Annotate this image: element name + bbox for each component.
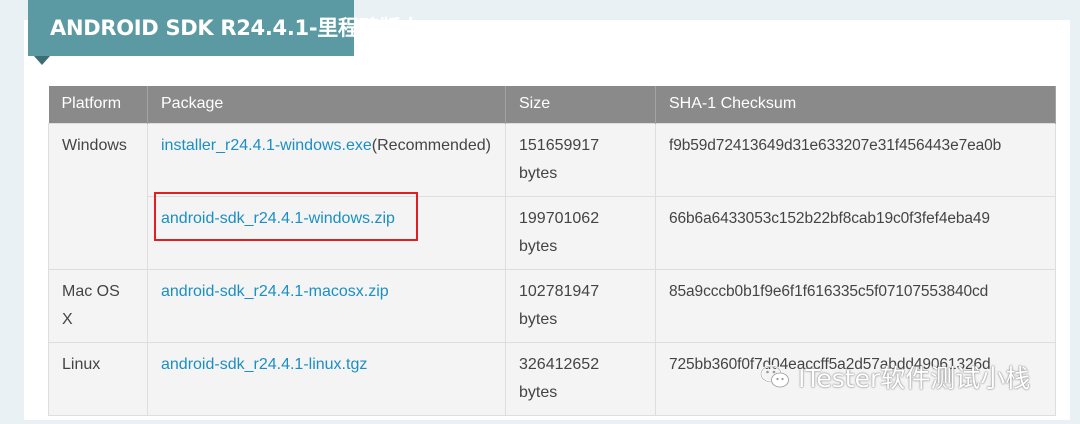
package-link-windows-installer[interactable]: installer_r24.4.1-windows.exe (161, 137, 372, 154)
checksum-cell: 66b6a6433053c152b22bf8cab19c0f3fef4eba49 (655, 195, 1056, 269)
table-row: Mac OS X android-sdk_r24.4.1-macosx.zip … (48, 268, 1056, 342)
platform-cell: Linux (48, 341, 148, 416)
package-link-macosx-zip[interactable]: android-sdk_r24.4.1-macosx.zip (161, 283, 389, 300)
header-package: Package (147, 86, 506, 123)
table-row: Windows installer_r24.4.1-windows.exe(Re… (48, 122, 1056, 270)
checksum-cell: f9b59d72413649d31e633207e31f456443e7ea0b (655, 122, 1056, 196)
platform-cell: Mac OS X (48, 268, 148, 342)
package-cell: installer_r24.4.1-windows.exe(Recommende… (147, 122, 506, 196)
header-platform: Platform (48, 86, 148, 123)
size-cell: 326412652 bytes (505, 341, 656, 416)
size-cell: 199701062 bytes (505, 195, 656, 269)
package-link-linux-tgz[interactable]: android-sdk_r24.4.1-linux.tgz (161, 356, 367, 373)
page-title-banner: ANDROID SDK R24.4.1-里程碑版本 (28, 0, 421, 56)
package-link-windows-zip[interactable]: android-sdk_r24.4.1-windows.zip (161, 210, 395, 227)
package-cell: android-sdk_r24.4.1-linux.tgz (147, 341, 506, 416)
watermark-text: ITester软件测试小栈 (798, 364, 1031, 393)
table-row: android-sdk_r24.4.1-windows.zip 19970106… (49, 195, 1056, 269)
wechat-icon (760, 364, 789, 388)
checksum-cell: 85a9cccb0b1f9e6f1f616335c5f07107553840cd (655, 268, 1056, 342)
header-checksum: SHA-1 Checksum (655, 86, 1056, 123)
watermark: ITester软件测试小栈 (760, 360, 1030, 394)
platform-cell: Windows (48, 122, 148, 270)
page-title: ANDROID SDK R24.4.1-里程碑版本 (50, 16, 421, 40)
table-header-row: Platform Package Size SHA-1 Checksum (48, 86, 1056, 123)
size-cell: 151659917 bytes (505, 122, 656, 196)
package-recommended-note: (Recommended) (371, 136, 491, 154)
banner-fold (34, 56, 50, 65)
size-cell: 102781947 bytes (505, 268, 656, 342)
package-cell: android-sdk_r24.4.1-windows.zip (147, 195, 506, 269)
package-cell: android-sdk_r24.4.1-macosx.zip (147, 268, 506, 342)
header-size: Size (505, 86, 656, 123)
